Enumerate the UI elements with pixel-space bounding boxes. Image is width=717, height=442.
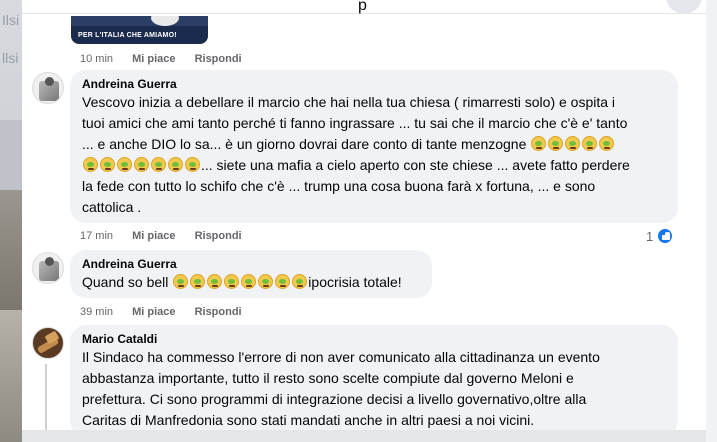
thread-connector (45, 364, 47, 434)
background-feed: Ilsi llsi (0, 0, 22, 442)
nauseated-face-icon (117, 157, 132, 172)
comment-line-text: ... siete una mafia a cielo aperto con s… (201, 157, 630, 173)
bottom-edge (22, 430, 717, 442)
like-thumb-icon (656, 227, 675, 245)
background-text: Ilsi (2, 12, 20, 28)
comment-line-text: Quand so bell (82, 274, 169, 290)
banner-text: PER L'ITALIA CHE AMIAMO! (78, 32, 177, 39)
nauseated-face-icon (582, 136, 598, 151)
nauseated-face-icon (599, 136, 615, 151)
comment-meta: 39 min Mi piace Rispondi (80, 306, 258, 318)
background-text: llsi (2, 50, 19, 66)
comment-line: tuoi amici che ami tanto perché ti fanno… (82, 115, 628, 131)
comment-text: Vescovo inizia a debellare il marcio che… (82, 92, 666, 218)
nauseated-face-icon (168, 157, 183, 172)
comment-meta: 10 min Mi piace Rispondi (80, 53, 258, 65)
comment-line-text: ... e anche DIO lo sa... è un giorno dov… (82, 136, 527, 152)
comments-panel: p PER L'ITALIA CHE AMIAMO! 10 min Mi pia… (22, 0, 717, 442)
like-link[interactable]: Mi piace (132, 306, 175, 318)
comment-time[interactable]: 10 min (80, 53, 113, 65)
nauseated-face-icon (531, 136, 547, 151)
reaction-summary[interactable]: 1 (646, 227, 675, 245)
comment-line: cattolica . (82, 199, 142, 215)
background-strip (0, 120, 22, 190)
nauseated-face-icon (100, 157, 115, 172)
nauseated-face-icon (275, 274, 291, 289)
comment-line: Il Sindaco ha commesso l'errore di non a… (82, 349, 600, 365)
comment-meta: 17 min Mi piace Rispondi (80, 230, 258, 242)
dialog-header: p (22, 0, 717, 14)
comment-author[interactable]: Andreina Guerra (82, 257, 420, 272)
like-link[interactable]: Mi piace (132, 230, 175, 242)
nauseated-face-icon (207, 274, 223, 289)
comment-line: la fede con tutto lo schifo che c'è ... … (82, 178, 596, 194)
scrollbar-track[interactable] (706, 0, 717, 442)
comment-time[interactable]: 17 min (80, 230, 113, 242)
avatar[interactable] (32, 72, 64, 104)
comment-line: prefettura. Ci sono programmi di integra… (82, 391, 587, 407)
comment-bubble: Mario Cataldi Il Sindaco ha commesso l'e… (70, 325, 678, 437)
reaction-count: 1 (646, 228, 654, 244)
comment-author[interactable]: Andreina Guerra (82, 77, 666, 92)
comment-line: abbastanza importante, tutto il resto so… (82, 370, 574, 386)
nauseated-face-icon (292, 274, 308, 289)
nauseated-face-icon (83, 157, 98, 172)
nauseated-face-icon (565, 136, 581, 151)
reply-link[interactable]: Rispondi (195, 306, 242, 318)
comment-line: ... siete una mafia a cielo aperto con s… (82, 155, 666, 176)
comment-line: Vescovo inizia a debellare il marcio che… (82, 94, 616, 110)
like-link[interactable]: Mi piace (132, 53, 175, 65)
nauseated-face-icon (151, 157, 166, 172)
comment-line: ... e anche DIO lo sa... è un giorno dov… (82, 134, 666, 155)
background-photo (0, 190, 22, 310)
nauseated-face-icon (258, 274, 274, 289)
nauseated-face-icon (190, 274, 206, 289)
reply-link[interactable]: Rispondi (195, 53, 242, 65)
comment-text: Il Sindaco ha commesso l'errore di non a… (82, 347, 666, 431)
close-button[interactable] (666, 0, 702, 14)
nauseated-face-icon (224, 274, 240, 289)
nauseated-face-icon (185, 157, 200, 172)
banner-stripe (71, 16, 208, 26)
comment-text: Quand so bell ipocrisia totale! (82, 272, 420, 293)
comment-line: Caritas di Manfredonia sono stati mandat… (82, 412, 535, 428)
header-title-fragment: p (358, 0, 367, 14)
comment-bubble: Andreina Guerra Vescovo inizia a debella… (70, 70, 678, 223)
comment-author[interactable]: Mario Cataldi (82, 332, 666, 347)
comment-time[interactable]: 39 min (80, 306, 113, 318)
nauseated-face-icon (134, 157, 149, 172)
nauseated-face-icon (173, 274, 189, 289)
comment-line-text: ipocrisia totale! (308, 274, 402, 290)
reply-link[interactable]: Rispondi (195, 230, 242, 242)
avatar[interactable] (32, 327, 64, 359)
comment-bubble: Andreina Guerra Quand so bell ipocrisia … (70, 250, 432, 298)
nauseated-face-icon (241, 274, 257, 289)
avatar[interactable] (32, 252, 64, 284)
comment-image[interactable]: PER L'ITALIA CHE AMIAMO! (71, 16, 208, 44)
background-photo (0, 310, 22, 442)
nauseated-face-icon (548, 136, 564, 151)
